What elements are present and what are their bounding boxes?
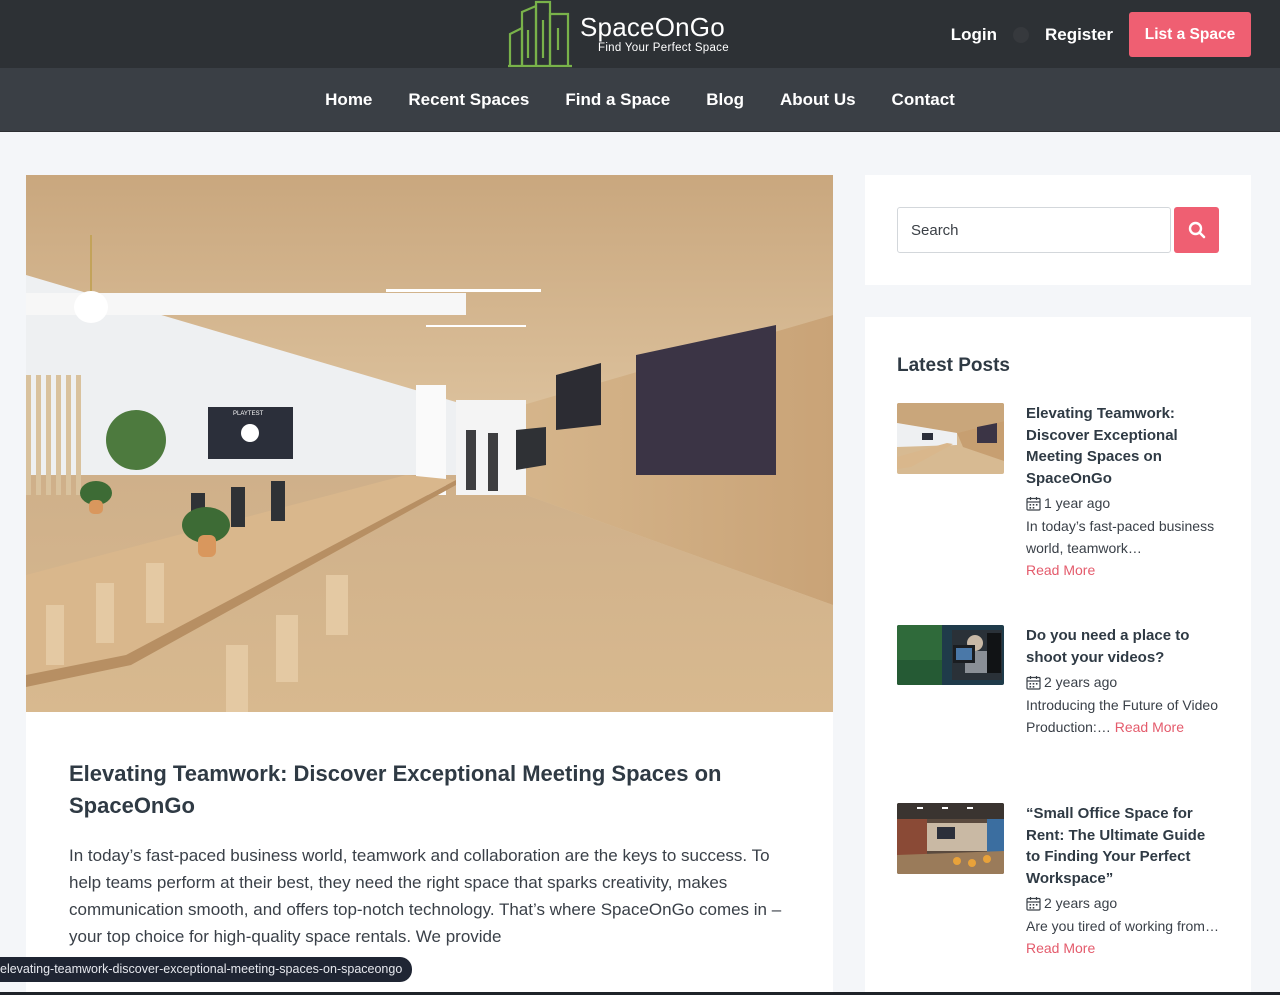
- building-logo-icon: [508, 0, 572, 68]
- latest-posts-heading: Latest Posts: [897, 355, 1010, 376]
- post-thumbnail[interactable]: [897, 625, 1004, 685]
- post-date-text: 2 years ago: [1044, 895, 1118, 912]
- post-date-text: 1 year ago: [1044, 495, 1111, 512]
- auth-links: Login Register List a Space: [951, 12, 1251, 57]
- tv-label: PLAYTEST: [233, 411, 264, 417]
- post-info: Elevating Teamwork: Discover Exceptional…: [1026, 403, 1222, 581]
- nav-contact[interactable]: Contact: [892, 90, 955, 110]
- post-date: 2 years ago: [1026, 672, 1222, 692]
- latest-posts-widget: Latest Posts Elevating Teamwork: Discove…: [865, 317, 1251, 995]
- list-a-space-button[interactable]: List a Space: [1129, 12, 1251, 57]
- post-date: 2 years ago: [1026, 893, 1222, 913]
- search-icon: [1188, 221, 1205, 239]
- post-title[interactable]: “Small Office Space for Rent: The Ultima…: [1026, 803, 1222, 889]
- separator-dot: [1012, 26, 1029, 43]
- featured-article: PLAYTEST Elevating Teamwork: Discover Ex…: [26, 175, 833, 995]
- logo-name: SpaceOnGo: [580, 12, 725, 42]
- read-more-link[interactable]: Read More: [1026, 562, 1095, 578]
- article-body: Elevating Teamwork: Discover Exceptional…: [26, 712, 833, 950]
- search-button[interactable]: [1174, 207, 1219, 253]
- calendar-icon: [1026, 896, 1041, 911]
- post-date-text: 2 years ago: [1044, 674, 1118, 691]
- post-info: Do you need a place to shoot your videos…: [1026, 625, 1222, 738]
- article-title[interactable]: Elevating Teamwork: Discover Exceptional…: [69, 758, 759, 822]
- post-excerpt: Are you tired of working from… Read More: [1026, 916, 1222, 959]
- login-link[interactable]: Login: [951, 25, 997, 45]
- link-status-bar: elevating-teamwork-discover-exceptional-…: [0, 957, 413, 982]
- post-thumbnail[interactable]: [897, 803, 1004, 874]
- read-more-link[interactable]: Read More: [1115, 719, 1184, 735]
- calendar-icon: [1026, 675, 1041, 690]
- post-info: “Small Office Space for Rent: The Ultima…: [1026, 803, 1222, 960]
- nav-recent-spaces[interactable]: Recent Spaces: [408, 90, 529, 110]
- search-widget: [865, 175, 1251, 285]
- calendar-icon: [1026, 496, 1041, 511]
- search-input[interactable]: [897, 207, 1171, 253]
- post-excerpt: In today’s fast-paced business world, te…: [1026, 516, 1222, 581]
- post-excerpt-text: In today’s fast-paced business world, te…: [1026, 518, 1215, 556]
- site-logo[interactable]: SpaceOnGo Find Your Perfect Space: [508, 0, 729, 68]
- nav-home[interactable]: Home: [325, 90, 372, 110]
- logo-tagline: Find Your Perfect Space: [598, 42, 729, 54]
- post-excerpt-text: Are you tired of working from…: [1026, 918, 1219, 935]
- post-date: 1 year ago: [1026, 493, 1222, 513]
- featured-image[interactable]: PLAYTEST: [26, 175, 833, 712]
- register-link[interactable]: Register: [1045, 25, 1113, 45]
- post-title[interactable]: Do you need a place to shoot your videos…: [1026, 625, 1222, 668]
- nav-find-a-space[interactable]: Find a Space: [565, 90, 670, 110]
- nav-blog[interactable]: Blog: [706, 90, 744, 110]
- read-more-link[interactable]: Read More: [1026, 940, 1095, 956]
- article-excerpt: In today’s fast-paced business world, te…: [69, 846, 782, 946]
- post-thumbnail[interactable]: [897, 403, 1004, 474]
- post-title[interactable]: Elevating Teamwork: Discover Exceptional…: [1026, 403, 1222, 489]
- logo-text: SpaceOnGo Find Your Perfect Space: [580, 13, 729, 55]
- post-excerpt: Introducing the Future of Video Producti…: [1026, 695, 1222, 738]
- site-header: SpaceOnGo Find Your Perfect Space Login …: [0, 0, 1280, 68]
- main-nav: Home Recent Spaces Find a Space Blog Abo…: [0, 68, 1280, 132]
- nav-about-us[interactable]: About Us: [780, 90, 856, 110]
